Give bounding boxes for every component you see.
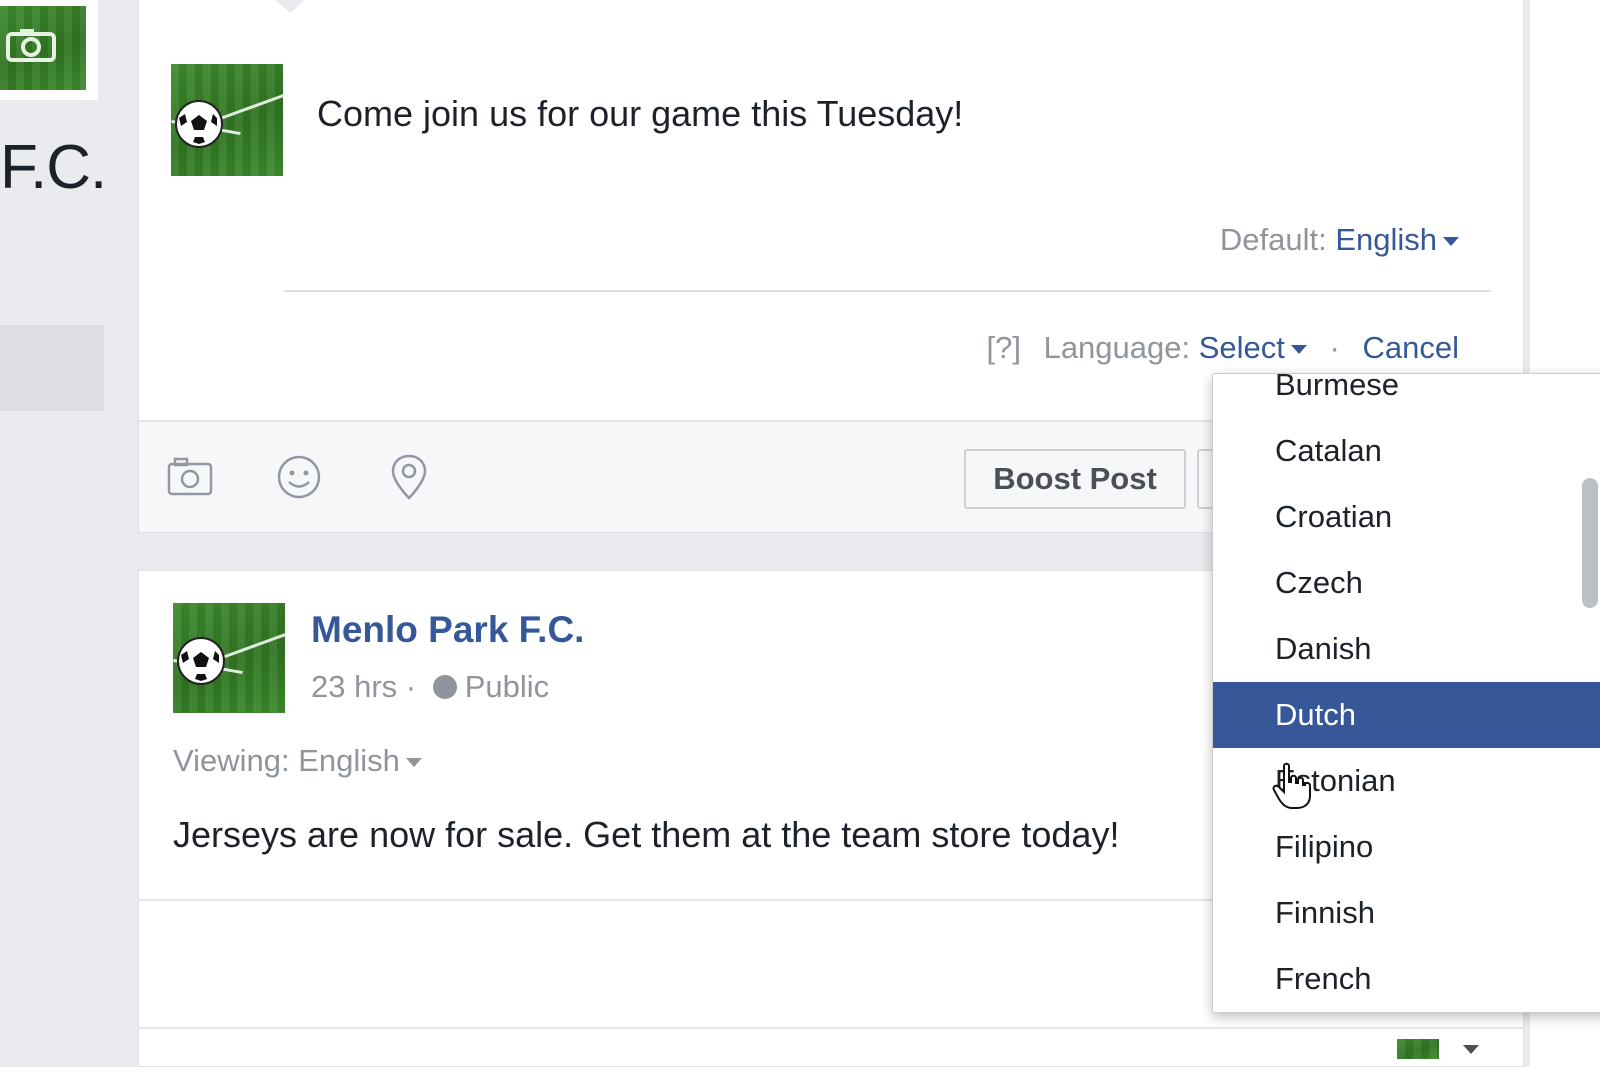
privacy-label: Public <box>464 669 550 704</box>
camera-icon[interactable] <box>165 452 215 502</box>
help-link[interactable]: [?] <box>986 330 1020 365</box>
separator-dot: · <box>1329 330 1340 365</box>
soccer-field-image <box>0 6 86 90</box>
post-meta: 23 hrs · Public <box>311 669 549 705</box>
globe-icon <box>432 675 457 699</box>
location-pin-icon[interactable] <box>384 452 434 502</box>
post-author-link[interactable]: Menlo Park F.C. <box>311 609 584 651</box>
composer-text-input[interactable]: Come join us for our game this Tuesday! <box>317 93 963 135</box>
dropdown-option[interactable]: Finnish <box>1213 880 1600 946</box>
page-name: F.C. <box>0 133 107 202</box>
chevron-down-icon <box>405 758 422 768</box>
page-voice-avatar[interactable] <box>1397 1039 1439 1059</box>
viewing-language-selector[interactable]: Viewing: English <box>173 743 422 779</box>
camera-icon[interactable] <box>6 28 56 62</box>
hand-pointer-icon <box>1272 762 1311 809</box>
emoji-icon[interactable] <box>274 452 324 502</box>
default-language: Default: English <box>1220 222 1459 258</box>
soccer-ball-icon <box>177 637 225 685</box>
default-language-selector[interactable]: English <box>1335 222 1459 257</box>
sidebar-nav-item[interactable] <box>0 325 104 411</box>
avatar[interactable] <box>171 64 283 176</box>
dropdown-option[interactable]: Burmese <box>1213 374 1600 418</box>
composer-notch <box>274 0 306 13</box>
post-body-text: Jerseys are now for sale. Get them at th… <box>173 814 1120 855</box>
dropdown-option[interactable]: Danish <box>1213 616 1600 682</box>
language-dropdown-menu[interactable]: Burmese Catalan Croatian Czech Danish Du… <box>1212 373 1600 1013</box>
translation-language-row: [?] Language: Select · Cancel <box>986 330 1459 366</box>
dropdown-option-selected[interactable]: Dutch <box>1213 682 1600 748</box>
post-timestamp[interactable]: 23 hrs <box>311 669 397 704</box>
language-label: Language: <box>1043 330 1191 365</box>
boost-post-button[interactable]: Boost Post <box>964 449 1186 509</box>
chevron-down-icon <box>1290 345 1307 355</box>
cancel-link[interactable]: Cancel <box>1363 330 1460 365</box>
avatar[interactable] <box>173 603 285 713</box>
page-profile-thumbnail[interactable] <box>0 0 98 100</box>
separator-dot: · <box>405 669 417 704</box>
left-sidebar: F.C. <box>0 0 132 1067</box>
dropdown-option[interactable]: Czech <box>1213 550 1600 616</box>
soccer-ball-icon <box>175 100 223 148</box>
dropdown-option[interactable]: Filipino <box>1213 814 1600 880</box>
default-language-label: Default: <box>1219 222 1327 257</box>
divider <box>284 290 1491 292</box>
dropdown-option[interactable]: Croatian <box>1213 484 1600 550</box>
chevron-down-icon <box>1443 237 1459 247</box>
dropdown-scrollbar[interactable] <box>1582 478 1598 608</box>
dropdown-option[interactable]: Catalan <box>1213 418 1600 484</box>
dropdown-option[interactable]: French <box>1213 946 1600 1012</box>
chevron-down-icon[interactable] <box>1463 1045 1479 1054</box>
divider <box>139 1027 1523 1029</box>
language-select-dropdown[interactable]: Select <box>1199 330 1307 365</box>
